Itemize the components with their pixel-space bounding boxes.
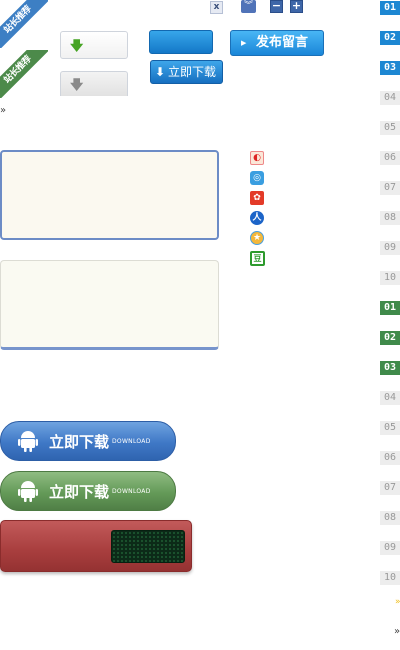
ribbon-label: 站长推荐 bbox=[0, 50, 48, 98]
rank-badge: 09 bbox=[380, 541, 400, 555]
download-arrow-icon: ⬇ bbox=[155, 65, 166, 79]
download-label: 立即下载 bbox=[49, 483, 110, 501]
rank-badge: 03 bbox=[380, 361, 400, 375]
rank-badge: 10 bbox=[380, 571, 400, 585]
recommend-ribbon-green: 站长推荐 bbox=[0, 50, 48, 98]
plus-button[interactable]: + bbox=[290, 0, 303, 13]
download-arrow-box[interactable]: 🡇 bbox=[60, 31, 128, 59]
rank-badge: 08 bbox=[380, 211, 400, 225]
share-weibo-icon[interactable]: ◐ bbox=[250, 151, 264, 165]
rank-badge: 09 bbox=[380, 241, 400, 255]
download-sublabel: DOWNLOAD bbox=[112, 488, 151, 495]
led-screen bbox=[111, 530, 185, 563]
rank-badge: 02 bbox=[380, 331, 400, 345]
red-display-panel[interactable] bbox=[0, 520, 192, 572]
rank-badge: 10 bbox=[380, 271, 400, 285]
minus-button[interactable]: − bbox=[270, 0, 283, 13]
share-kaixin-icon[interactable]: 人 bbox=[250, 211, 264, 225]
rank-badge: 03 bbox=[380, 61, 400, 75]
rank-badge: 06 bbox=[380, 151, 400, 165]
share-douban-icon[interactable]: 豆 bbox=[250, 251, 265, 266]
recommend-ribbon-blue: 站长推荐 bbox=[0, 0, 48, 48]
down-arrow-icon: 🡇 bbox=[70, 39, 84, 54]
comment-textarea-focused[interactable] bbox=[0, 150, 219, 240]
more-link[interactable]: » bbox=[0, 105, 6, 116]
play-icon: ▶ bbox=[241, 39, 247, 47]
rank-badge: 04 bbox=[380, 391, 400, 405]
android-icon bbox=[18, 481, 38, 502]
ribbon-label: 站长推荐 bbox=[0, 0, 48, 48]
rank-badge: 05 bbox=[380, 121, 400, 135]
rank-badge: 08 bbox=[380, 511, 400, 525]
rank-badge: 07 bbox=[380, 481, 400, 495]
down-arrow-icon: 🡇 bbox=[70, 78, 84, 93]
share-qzone-icon[interactable]: ◎ bbox=[250, 171, 264, 185]
share-star-icon[interactable]: ★ bbox=[250, 231, 264, 245]
android-download-button-blue[interactable]: 立即下载 DOWNLOAD bbox=[0, 421, 176, 461]
post-message-button[interactable]: ▶ 发布留言 bbox=[230, 30, 324, 56]
blank-blue-button[interactable] bbox=[149, 30, 213, 54]
download-sublabel: DOWNLOAD bbox=[112, 438, 151, 445]
download-button[interactable]: ⬇ 立即下载 bbox=[150, 60, 223, 84]
android-download-button-green[interactable]: 立即下载 DOWNLOAD bbox=[0, 471, 176, 511]
rank-badge: 01 bbox=[380, 1, 400, 15]
collapse-button[interactable]: ︾ bbox=[241, 0, 256, 13]
download-label: 立即下载 bbox=[168, 65, 217, 79]
download-arrow-box-disabled[interactable]: 🡇 bbox=[60, 71, 128, 96]
rank-badge: 07 bbox=[380, 181, 400, 195]
double-chevron-down-icon: ︾ bbox=[243, 1, 253, 11]
download-label: 立即下载 bbox=[49, 433, 110, 451]
rank-badge: 05 bbox=[380, 421, 400, 435]
rank-badge: 04 bbox=[380, 91, 400, 105]
android-icon bbox=[18, 431, 38, 452]
rank-badge: 01 bbox=[380, 301, 400, 315]
rank-badge: 02 bbox=[380, 31, 400, 45]
comment-textarea[interactable] bbox=[0, 260, 219, 350]
post-message-label: 发布留言 bbox=[256, 35, 309, 50]
bullet-mark: » bbox=[395, 597, 400, 607]
close-button[interactable]: x bbox=[210, 1, 223, 14]
more-link[interactable]: » bbox=[394, 626, 400, 637]
rank-badge: 06 bbox=[380, 451, 400, 465]
share-renren-icon[interactable]: ✿ bbox=[250, 191, 264, 205]
